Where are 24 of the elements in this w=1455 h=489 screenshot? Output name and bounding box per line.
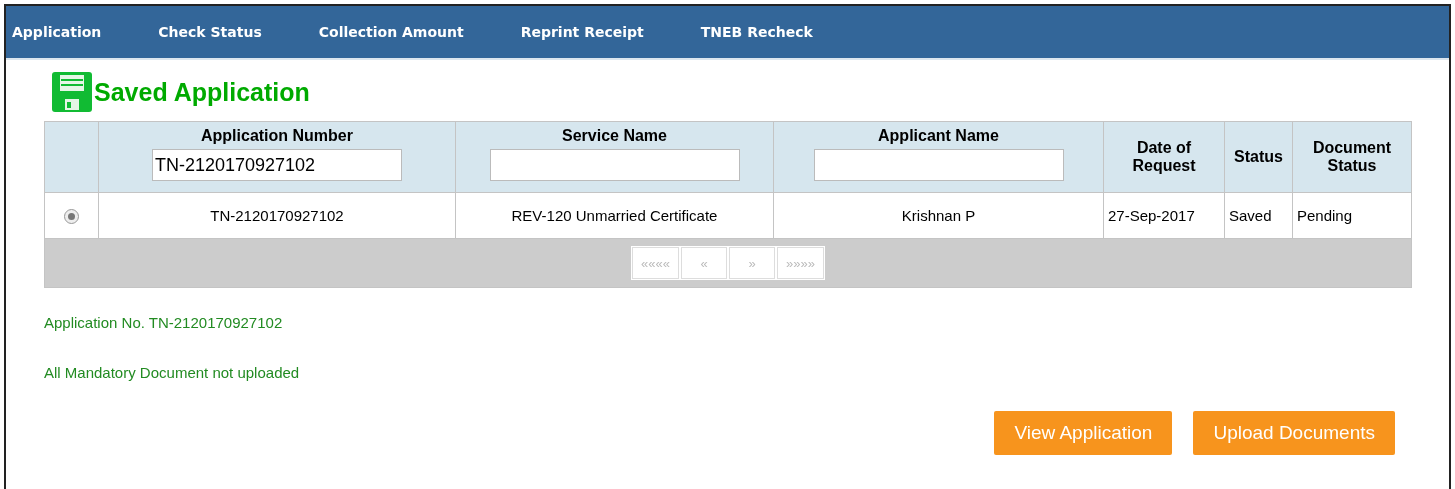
column-header: Application Number <box>200 127 354 145</box>
column-header: Status <box>1224 121 1293 193</box>
filter-field[interactable] <box>813 149 1064 181</box>
radio-button[interactable] <box>64 209 79 225</box>
column-header: Date of Request <box>1103 121 1225 193</box>
table-cell: 27-Sep-2017 <box>1103 192 1225 239</box>
panel-title: Saved Application <box>94 77 310 107</box>
status-message: All Mandatory Document not uploaded <box>44 364 301 381</box>
column-header: Applicant Name <box>877 127 1000 145</box>
filter-field[interactable]: TN-2120170927102 <box>152 149 402 181</box>
nav-link[interactable]: Collection Amount <box>318 24 492 40</box>
nav-link[interactable]: Reprint Receipt <box>520 24 672 40</box>
column-header: Document Status <box>1292 121 1412 193</box>
nav-link[interactable]: TNEB Recheck <box>700 24 841 40</box>
filter-field[interactable] <box>489 149 740 181</box>
table-cell: Pending <box>1292 192 1412 239</box>
table-cell: REV-120 Unmarried Certificate <box>455 192 774 239</box>
nav-link[interactable]: Application <box>12 24 130 40</box>
table-cell: TN-2120170927102 <box>98 192 456 239</box>
nav-link[interactable]: Check Status <box>158 24 290 40</box>
table-cell: Saved <box>1224 192 1293 239</box>
table-cell: Krishnan P <box>773 192 1104 239</box>
status-message: Application No. TN-2120170927102 <box>44 314 284 331</box>
column-header: Service Name <box>561 127 668 145</box>
